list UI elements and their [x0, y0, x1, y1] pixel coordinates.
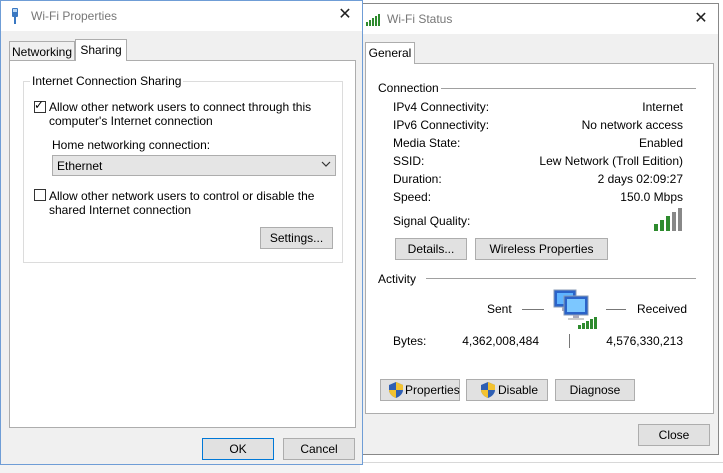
- duration-label: Duration:: [393, 172, 442, 186]
- diagnose-button-label: Diagnose: [569, 383, 621, 397]
- close-icon[interactable]: ✕: [690, 8, 712, 30]
- settings-button[interactable]: Settings...: [260, 227, 333, 249]
- cancel-button-label: Cancel: [300, 442, 338, 456]
- speed-value: 150.0 Mbps: [620, 190, 683, 204]
- media-state-value: Enabled: [638, 136, 683, 150]
- general-panel: Connection IPv4 Connectivity: Internet I…: [365, 63, 714, 414]
- sent-label: Sent: [487, 302, 512, 316]
- details-button[interactable]: Details...: [395, 238, 467, 260]
- ok-button[interactable]: OK: [202, 438, 274, 460]
- disable-button-label: Disable: [498, 383, 539, 397]
- close-icon[interactable]: ✕: [334, 4, 356, 26]
- ipv4-value: Internet: [642, 100, 683, 114]
- wifi-properties-titlebar[interactable]: Wi-Fi Properties ✕: [1, 1, 362, 31]
- bytes-label: Bytes:: [393, 334, 427, 348]
- network-computers-icon: [548, 288, 598, 330]
- duration-value: 2 days 02:09:27: [597, 172, 683, 186]
- wifi-status-window: Wi-Fi Status ✕ General Connection IPv4 C…: [359, 3, 719, 455]
- tab-general-label: General: [368, 46, 412, 60]
- received-line: [606, 309, 626, 310]
- ipv6-label: IPv6 Connectivity:: [393, 118, 490, 132]
- allow-connect-label-line2: computer's Internet connection: [49, 114, 213, 128]
- checkmark-icon: ✓: [34, 98, 45, 112]
- bytes-separator: [569, 334, 570, 348]
- wifi-status-title: Wi-Fi Status: [387, 12, 453, 26]
- allow-connect-checkbox[interactable]: ✓: [34, 98, 46, 113]
- ssid-value: Lew Network (Troll Edition): [539, 154, 683, 168]
- network-adapter-icon: [10, 8, 20, 24]
- disable-button[interactable]: Disable: [466, 379, 548, 401]
- ipv6-value: No network access: [581, 118, 683, 132]
- sharing-panel: Internet Connection Sharing ✓ Allow othe…: [9, 60, 356, 428]
- sent-line: [522, 309, 544, 310]
- details-button-label: Details...: [407, 242, 455, 256]
- wifi-signal-icon: [366, 12, 382, 26]
- ipv4-label: IPv4 Connectivity:: [393, 100, 490, 114]
- bytes-sent-value: 4,362,008,484: [462, 334, 539, 348]
- activity-header: Activity: [378, 272, 417, 286]
- media-state-label: Media State:: [393, 136, 461, 150]
- wifi-status-titlebar[interactable]: Wi-Fi Status ✕: [360, 4, 718, 34]
- shield-icon: [481, 382, 495, 398]
- diagnose-button[interactable]: Diagnose: [555, 379, 635, 401]
- cancel-button[interactable]: Cancel: [283, 438, 355, 460]
- wireless-properties-label: Wireless Properties: [489, 242, 594, 256]
- tab-sharing-label: Sharing: [80, 43, 122, 57]
- tab-sharing[interactable]: Sharing: [75, 39, 127, 61]
- home-networking-value: Ethernet: [57, 159, 103, 173]
- tab-networking-label: Networking: [11, 45, 73, 59]
- chevron-down-icon: [321, 158, 331, 170]
- connection-divider: [441, 88, 696, 89]
- settings-button-label: Settings...: [269, 231, 324, 245]
- tab-general[interactable]: General: [365, 42, 415, 64]
- bytes-received-value: 4,576,330,213: [606, 334, 683, 348]
- allow-control-label-line1: Allow other network users to control or …: [49, 189, 315, 203]
- received-label: Received: [637, 302, 688, 316]
- shield-icon: [389, 382, 403, 398]
- close-button-label: Close: [658, 428, 690, 442]
- home-networking-select[interactable]: Ethernet: [52, 155, 336, 176]
- signal-quality-label: Signal Quality:: [393, 214, 471, 228]
- wifi-properties-title: Wi-Fi Properties: [31, 9, 118, 23]
- activity-divider: [426, 278, 696, 279]
- connection-header: Connection: [378, 81, 439, 95]
- ok-button-label: OK: [229, 442, 247, 456]
- allow-control-label-line2: shared Internet connection: [49, 203, 192, 217]
- close-button[interactable]: Close: [638, 424, 710, 446]
- allow-control-checkbox[interactable]: [34, 189, 46, 201]
- wireless-properties-button[interactable]: Wireless Properties: [475, 238, 608, 260]
- allow-connect-label-line1: Allow other network users to connect thr…: [49, 100, 312, 114]
- group-title: Internet Connection Sharing: [30, 74, 184, 88]
- properties-button-label: Properties: [405, 383, 460, 397]
- wifi-properties-window: Wi-Fi Properties ✕ Networking Sharing In…: [0, 0, 363, 465]
- ssid-label: SSID:: [393, 154, 425, 168]
- signal-quality-bars-icon: [654, 207, 684, 231]
- tab-networking[interactable]: Networking: [9, 41, 75, 61]
- home-networking-label: Home networking connection:: [52, 138, 211, 152]
- properties-button[interactable]: Properties: [380, 379, 460, 401]
- speed-label: Speed:: [393, 190, 432, 204]
